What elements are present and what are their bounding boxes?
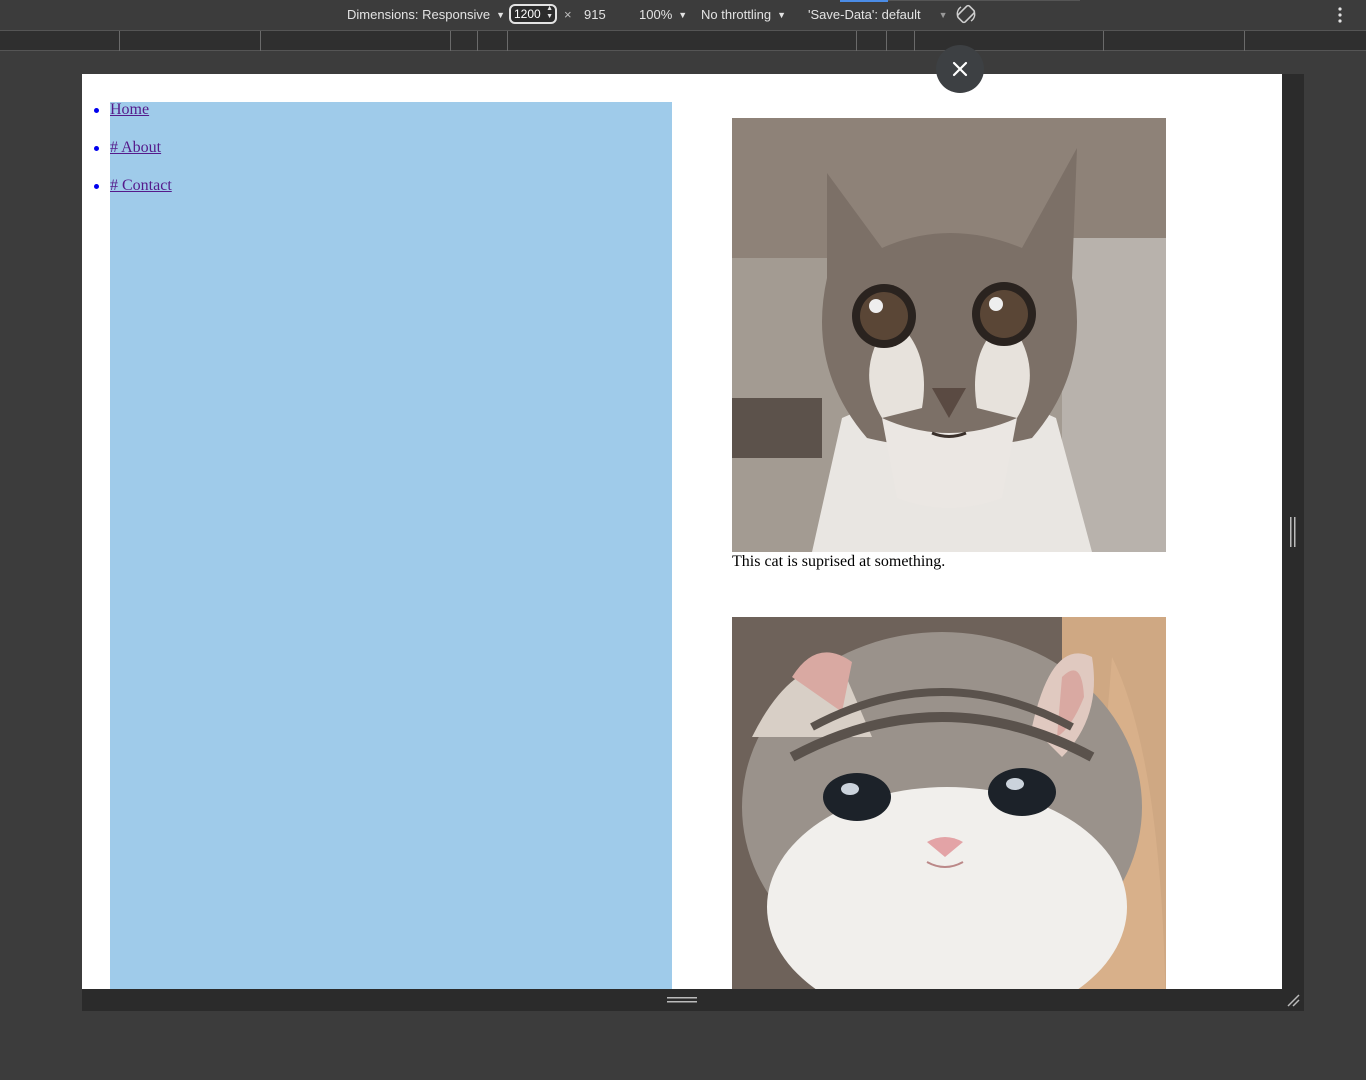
dimensions-label: Dimensions: Responsive [347, 7, 491, 22]
chevron-down-icon: ▼ [678, 10, 688, 20]
chevron-down-icon: ▼ [777, 10, 787, 20]
figure-cat-surprised: This cat is suprised at something. [732, 118, 1166, 572]
nav-link-about[interactable]: # About [110, 138, 161, 158]
ruler-tick[interactable] [450, 31, 451, 51]
close-icon [952, 61, 968, 77]
dimensions-dropdown[interactable]: Dimensions: Responsive ▼ [347, 7, 505, 22]
ruler-tick[interactable] [477, 31, 478, 51]
save-data-dropdown[interactable]: 'Save-Data': default ▼ [808, 7, 948, 22]
close-button[interactable] [936, 45, 984, 93]
cat-image-kitten-art [732, 617, 1166, 989]
device-toolbar: Dimensions: Responsive ▼ 1200 ▲ ▼ × 915 10… [0, 0, 1366, 30]
chevron-down-icon: ▼ [938, 10, 948, 20]
save-data-label: 'Save-Data': default [808, 7, 921, 22]
throttling-label: No throttling [701, 7, 772, 22]
width-input[interactable]: 1200 ▲ ▼ [509, 4, 557, 24]
times-separator: × [564, 7, 572, 22]
page-viewport: Home # About # Contact This cat is supri… [82, 74, 1282, 989]
ruler-tick[interactable] [507, 31, 508, 51]
ruler-tick[interactable] [886, 31, 887, 51]
cat-image-kitten [732, 617, 1166, 989]
rotate-icon[interactable] [955, 3, 977, 25]
media-query-ruler [0, 30, 1366, 51]
width-value: 1200 [514, 7, 541, 21]
ruler-tick[interactable] [1103, 31, 1104, 51]
active-tab-indicator [840, 0, 888, 2]
zoom-label: 100% [639, 7, 673, 22]
bottom-resize-handle[interactable] [667, 996, 697, 1004]
zoom-dropdown[interactable]: 100% ▼ [639, 7, 687, 22]
tab-strip-line [888, 0, 1080, 1]
cat-image-surprised [732, 118, 1166, 552]
cat-image-surprised-art [732, 118, 1166, 552]
figure-cat-kitten [732, 617, 1166, 989]
chevron-down-icon: ▼ [496, 10, 505, 20]
height-input[interactable]: 915 [584, 7, 606, 22]
list-bullet [94, 108, 99, 113]
corner-resize-handle[interactable] [1286, 993, 1300, 1007]
ruler-tick[interactable] [856, 31, 857, 51]
ruler-tick[interactable] [260, 31, 261, 51]
nav-link-contact[interactable]: # Contact [110, 176, 172, 196]
nav-link-home[interactable]: Home [110, 100, 149, 120]
throttling-dropdown[interactable]: No throttling ▼ [701, 7, 786, 22]
list-bullet [94, 146, 99, 151]
spinner-icon[interactable]: ▲ ▼ [546, 5, 553, 21]
sidebar [110, 102, 672, 989]
kebab-menu-icon[interactable] [1334, 5, 1346, 25]
ruler-tick[interactable] [119, 31, 120, 51]
figure-caption: This cat is suprised at something. [732, 553, 946, 570]
ruler-tick[interactable] [1244, 31, 1245, 51]
ruler-tick[interactable] [914, 31, 915, 51]
list-bullet [94, 184, 99, 189]
side-resize-handle[interactable] [1289, 517, 1297, 547]
